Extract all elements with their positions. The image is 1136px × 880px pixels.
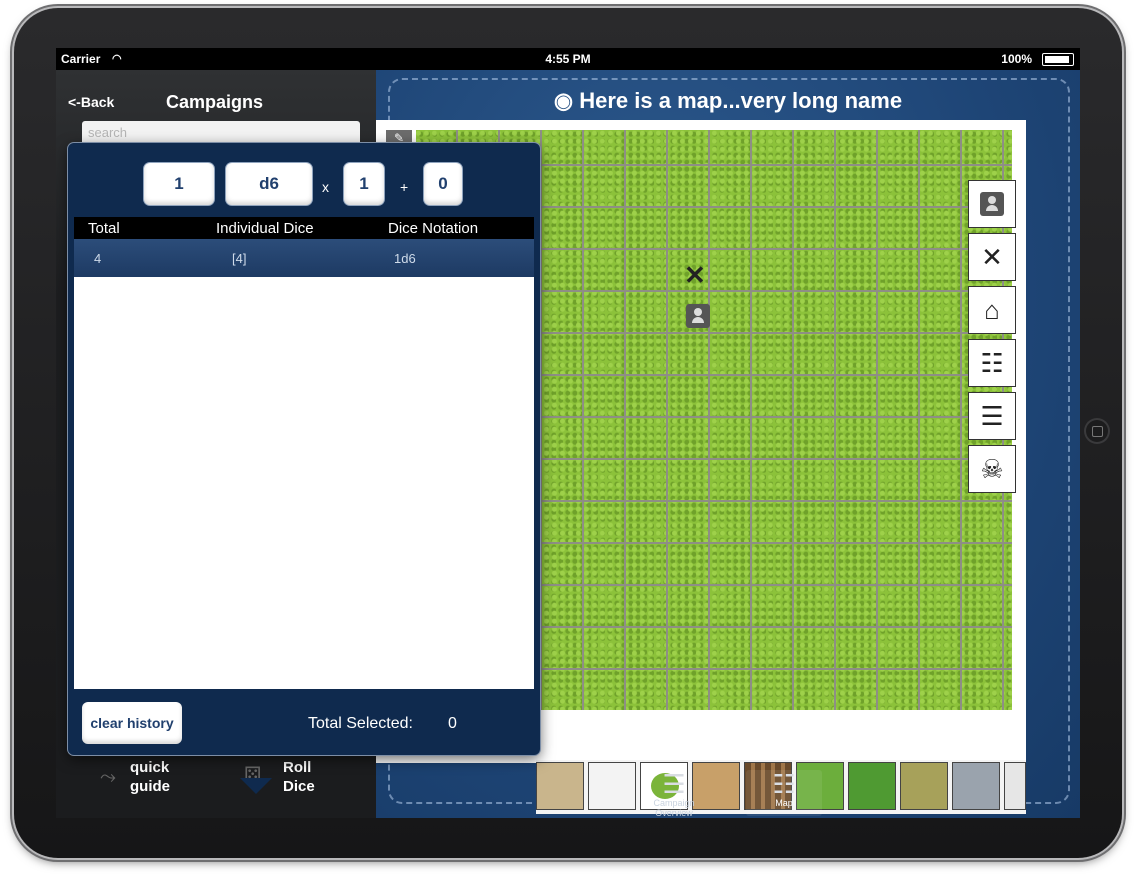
- left-toolbar: ⤳ quick guide ⚄ Roll Dice: [56, 758, 376, 818]
- map-token-person[interactable]: [686, 304, 710, 328]
- column-individual-dice: Individual Dice: [216, 220, 314, 237]
- column-dice-notation: Dice Notation: [388, 220, 479, 237]
- crossed-swords-icon[interactable]: ✕: [968, 233, 1016, 281]
- roll-dice-line1: Roll: [283, 759, 312, 776]
- house-icon[interactable]: ⌂: [968, 286, 1016, 334]
- screen: Carrier ◠ 4:55 PM 100% <-Back Campaigns …: [56, 48, 1080, 818]
- tab-label: Map: [775, 798, 793, 808]
- quick-guide-line2: guide: [130, 778, 170, 795]
- panel-title: Campaigns: [166, 92, 264, 112]
- barrel-icon[interactable]: ☷: [968, 339, 1016, 387]
- modifier-field[interactable]: 0: [424, 163, 462, 205]
- multiplier-field[interactable]: 1: [344, 163, 384, 205]
- roll-history-table: Total Individual Dice Dice Notation 4 [4…: [74, 217, 534, 689]
- plus-label: +: [400, 179, 409, 195]
- status-bar: Carrier ◠ 4:55 PM 100%: [56, 48, 1080, 70]
- row-dice-notation: 1d6: [394, 251, 416, 266]
- roll-dice-popover: 1 d6 x 1 + 0 Total Individual Dice Dice …: [68, 143, 540, 755]
- clear-history-button[interactable]: clear history: [82, 702, 182, 744]
- map-token-crossed-swords[interactable]: ✕: [684, 260, 706, 291]
- search-input[interactable]: search: [82, 121, 360, 145]
- eye-icon: ◉: [553, 88, 574, 113]
- status-time: 4:55 PM: [545, 52, 591, 66]
- notepad-icon[interactable]: ☰: [968, 392, 1016, 440]
- tab-map[interactable]: ☷ Map: [746, 770, 822, 816]
- map-title: ◉ Here is a map...very long name: [376, 88, 1080, 114]
- notepad-icon: ☰: [662, 769, 686, 799]
- skull-crossbones-icon[interactable]: ☠: [968, 445, 1016, 493]
- tab-label: Campaign Overview: [653, 798, 695, 818]
- times-label: x: [322, 179, 329, 195]
- tab-campaign-overview[interactable]: ☰ Campaign Overview: [634, 770, 714, 818]
- tab-bar: ☰ Campaign Overview ☷ Map: [376, 768, 1080, 818]
- popover-arrow: [240, 778, 272, 794]
- city-icon: ☷: [772, 769, 796, 799]
- die-type-field[interactable]: d6: [226, 163, 312, 205]
- total-selected-value: 0: [448, 715, 457, 732]
- back-button[interactable]: <-Back: [68, 94, 114, 110]
- battery-icon: [1042, 53, 1074, 66]
- home-button[interactable]: [1084, 418, 1110, 444]
- table-row[interactable]: 4 [4] 1d6: [74, 239, 534, 277]
- person-icon[interactable]: [968, 180, 1016, 228]
- column-total: Total: [88, 220, 120, 237]
- row-individual-dice: [4]: [232, 251, 247, 266]
- map-side-toolbar: ✕ ⌂ ☷ ☰ ☠: [968, 180, 1020, 498]
- quick-guide-line1: quick: [130, 759, 170, 776]
- dice-count-field[interactable]: 1: [144, 163, 214, 205]
- battery-percent: 100%: [1001, 52, 1032, 66]
- person-glyph: [980, 192, 1004, 216]
- quick-guide-icon: ⤳: [100, 766, 116, 788]
- roll-dice-line2: Dice: [283, 778, 315, 795]
- table-header: Total Individual Dice Dice Notation: [74, 217, 534, 239]
- roll-dice-button[interactable]: Roll Dice: [283, 758, 315, 796]
- row-total: 4: [94, 251, 102, 266]
- quick-guide-button[interactable]: quick guide: [130, 758, 170, 796]
- map-title-text: Here is a map...very long name: [579, 88, 903, 113]
- total-selected-label: Total Selected:: [308, 715, 413, 732]
